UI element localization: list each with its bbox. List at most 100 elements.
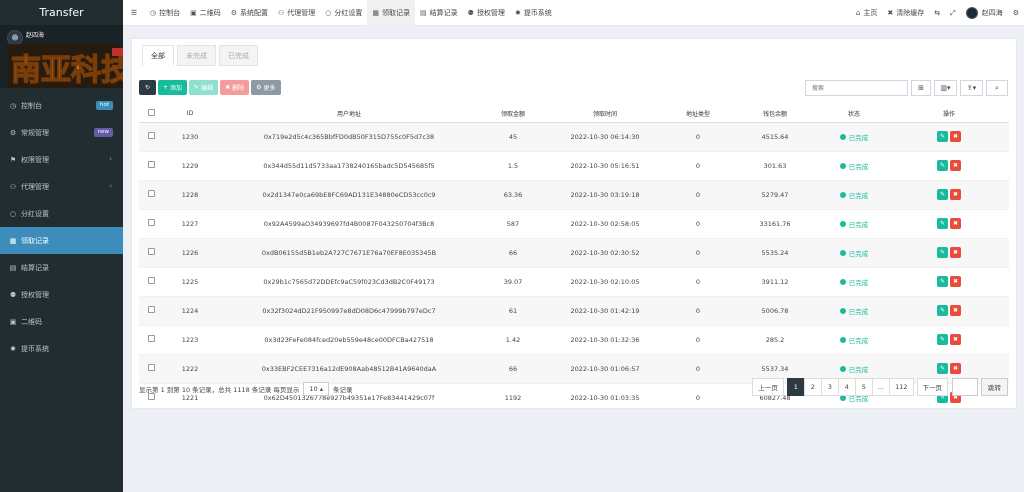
- sidebar-item-general[interactable]: ⚙ 常规管理 new: [0, 119, 123, 146]
- row-checkbox[interactable]: [139, 209, 163, 239]
- settings-gear-icon[interactable]: ⚙: [1008, 0, 1024, 26]
- page-4[interactable]: 4: [837, 378, 856, 396]
- status-dot-icon: [839, 162, 846, 169]
- search-input[interactable]: [805, 80, 908, 96]
- toggle-view-icon[interactable]: ⊞: [911, 80, 931, 96]
- brand-title[interactable]: Transfer: [0, 0, 123, 26]
- sidebar-item-authorization[interactable]: ⚉ 授权管理: [0, 281, 123, 308]
- table-row[interactable]: 1228 0x2d1347e0ca69bE8FC69AD131E34880eCD5…: [139, 180, 1009, 210]
- row-delete-button[interactable]: ✖: [950, 305, 961, 316]
- tab-claim-records[interactable]: ▦ 领取记录: [367, 0, 416, 26]
- add-button[interactable]: + 添加: [158, 80, 188, 95]
- next-page-button[interactable]: 下一页: [916, 378, 948, 396]
- cell-address: 0x3d23FeFe084fced20eb559e48ce00DFCBa4275…: [217, 325, 481, 355]
- sidebar-item-claim-records[interactable]: ▦ 领取记录: [0, 227, 123, 254]
- col-header-balance[interactable]: 钱包余额: [731, 105, 819, 123]
- page-size-select[interactable]: 10 ▴: [303, 382, 330, 396]
- row-edit-button[interactable]: ✎: [937, 363, 948, 374]
- sidebar-item-permissions[interactable]: ⚑ 权限管理 ‹: [0, 146, 123, 173]
- row-edit-button[interactable]: ✎: [937, 160, 948, 171]
- row-edit-button[interactable]: ✎: [937, 218, 948, 229]
- more-button[interactable]: ⚙ 更多: [251, 80, 281, 95]
- page-2[interactable]: 2: [803, 378, 822, 396]
- page-5[interactable]: 5: [854, 378, 873, 396]
- row-checkbox[interactable]: [139, 354, 163, 384]
- jump-page-input[interactable]: [952, 378, 978, 396]
- row-checkbox[interactable]: [139, 122, 163, 152]
- row-delete-button[interactable]: ✖: [950, 363, 961, 374]
- clear-cache-button[interactable]: ✖ 清除缓存: [882, 0, 929, 26]
- row-edit-button[interactable]: ✎: [937, 131, 948, 142]
- col-header-id[interactable]: ID: [163, 105, 217, 123]
- menu-toggle-icon[interactable]: ☰: [123, 0, 145, 26]
- row-edit-button[interactable]: ✎: [937, 247, 948, 258]
- columns-dropdown-icon[interactable]: ▥▾: [934, 80, 957, 96]
- row-delete-button[interactable]: ✖: [950, 218, 961, 229]
- circle-icon: ○: [325, 8, 332, 17]
- home-link[interactable]: ⌂ 主页: [851, 0, 882, 26]
- row-checkbox[interactable]: [139, 325, 163, 355]
- col-header-address[interactable]: 用户地址: [217, 105, 481, 123]
- table-row[interactable]: 1226 0xdB06155d5B1eb2A727C7671E76a70EF8E0…: [139, 238, 1009, 268]
- cell-status: 已完成: [819, 296, 889, 326]
- col-header-time[interactable]: 领取时间: [545, 105, 665, 123]
- row-delete-button[interactable]: ✖: [950, 131, 961, 142]
- jump-button[interactable]: 跳转: [981, 378, 1008, 396]
- table-row[interactable]: 1225 0x29b1c7565d72DDEfc9aC59f023Cd3dB2C0…: [139, 267, 1009, 297]
- translate-icon[interactable]: ⇆: [929, 0, 945, 26]
- tab-authorization[interactable]: ⚉ 授权管理: [463, 0, 510, 26]
- row-edit-button[interactable]: ✎: [937, 189, 948, 200]
- tab-system-config[interactable]: ⚙ 系统配置: [226, 0, 273, 26]
- search-icon[interactable]: ⌕: [986, 80, 1008, 96]
- table-row[interactable]: 1223 0x3d23FeFe084fced20eb559e48ce00DFCBa…: [139, 325, 1009, 355]
- refresh-button[interactable]: ↻: [139, 80, 156, 95]
- row-checkbox[interactable]: [139, 151, 163, 181]
- sidebar-item-dashboard[interactable]: ◷ 控制台 hot: [0, 92, 123, 119]
- col-header-type[interactable]: 地址类型: [665, 105, 731, 123]
- col-header-amount[interactable]: 领取金额: [481, 105, 545, 123]
- row-delete-button[interactable]: ✖: [950, 160, 961, 171]
- tab-settlement[interactable]: ▤ 结算记录: [415, 0, 463, 26]
- tab-dashboard[interactable]: ◷ 控制台: [145, 0, 185, 26]
- row-checkbox[interactable]: [139, 238, 163, 268]
- row-checkbox[interactable]: [139, 296, 163, 326]
- row-delete-button[interactable]: ✖: [950, 334, 961, 345]
- sidebar-item-withdraw[interactable]: ✹ 提币系统: [0, 335, 123, 362]
- sidebar-item-settlement[interactable]: ▤ 结算记录: [0, 254, 123, 281]
- row-delete-button[interactable]: ✖: [950, 276, 961, 287]
- page-112[interactable]: 112: [889, 378, 914, 396]
- sidebar-item-agents[interactable]: ⚇ 代理管理 ‹: [0, 173, 123, 200]
- row-edit-button[interactable]: ✎: [937, 305, 948, 316]
- tab-dividends[interactable]: ○ 分红设置: [320, 0, 367, 26]
- table-row[interactable]: 1227 0x92A4599aO34939697fd4B0087F04325070…: [139, 209, 1009, 239]
- tab-complete[interactable]: 已完成: [219, 45, 258, 66]
- row-edit-button[interactable]: ✎: [937, 334, 948, 345]
- table-row[interactable]: 1229 0x344d55d11d5733aa1738240165badc5D54…: [139, 151, 1009, 181]
- row-checkbox[interactable]: [139, 267, 163, 297]
- tab-withdraw[interactable]: ✹ 提币系统: [510, 0, 557, 26]
- row-checkbox[interactable]: [139, 180, 163, 210]
- export-dropdown-icon[interactable]: ⇪▾: [960, 80, 983, 96]
- table-row[interactable]: 1224 0x32f3024dD21F950997e8dD08D6c47999b7…: [139, 296, 1009, 326]
- page-3[interactable]: 3: [820, 378, 839, 396]
- row-delete-button[interactable]: ✖: [950, 247, 961, 258]
- page-1[interactable]: 1: [786, 378, 805, 396]
- row-edit-button[interactable]: ✎: [937, 276, 948, 287]
- row-delete-button[interactable]: ✖: [950, 189, 961, 200]
- delete-button[interactable]: ✖ 删除: [220, 80, 250, 95]
- tab-incomplete[interactable]: 未完成: [177, 45, 216, 66]
- prev-page-button[interactable]: 上一页: [752, 378, 784, 396]
- status-text: 已完成: [848, 249, 869, 258]
- fullscreen-icon[interactable]: ⤢: [945, 0, 961, 26]
- tab-qrcode[interactable]: ▣ 二维码: [185, 0, 226, 26]
- sidebar-item-dividends[interactable]: ○ 分红设置: [0, 200, 123, 227]
- user-menu[interactable]: 赵四海: [961, 0, 1008, 26]
- tab-all[interactable]: 全部: [142, 45, 174, 66]
- select-all-checkbox[interactable]: [139, 105, 163, 123]
- table-row[interactable]: 1230 0x719e2d5c4c365BbfFD0dB50F315D755c0F…: [139, 122, 1009, 152]
- edit-button[interactable]: ✎ 编辑: [189, 80, 219, 95]
- tab-agents[interactable]: ⚇ 代理管理: [273, 0, 320, 26]
- sidebar-item-qrcode[interactable]: ▣ 二维码: [0, 308, 123, 335]
- pencil-icon: ✎: [939, 133, 946, 140]
- col-header-status[interactable]: 状态: [819, 105, 889, 123]
